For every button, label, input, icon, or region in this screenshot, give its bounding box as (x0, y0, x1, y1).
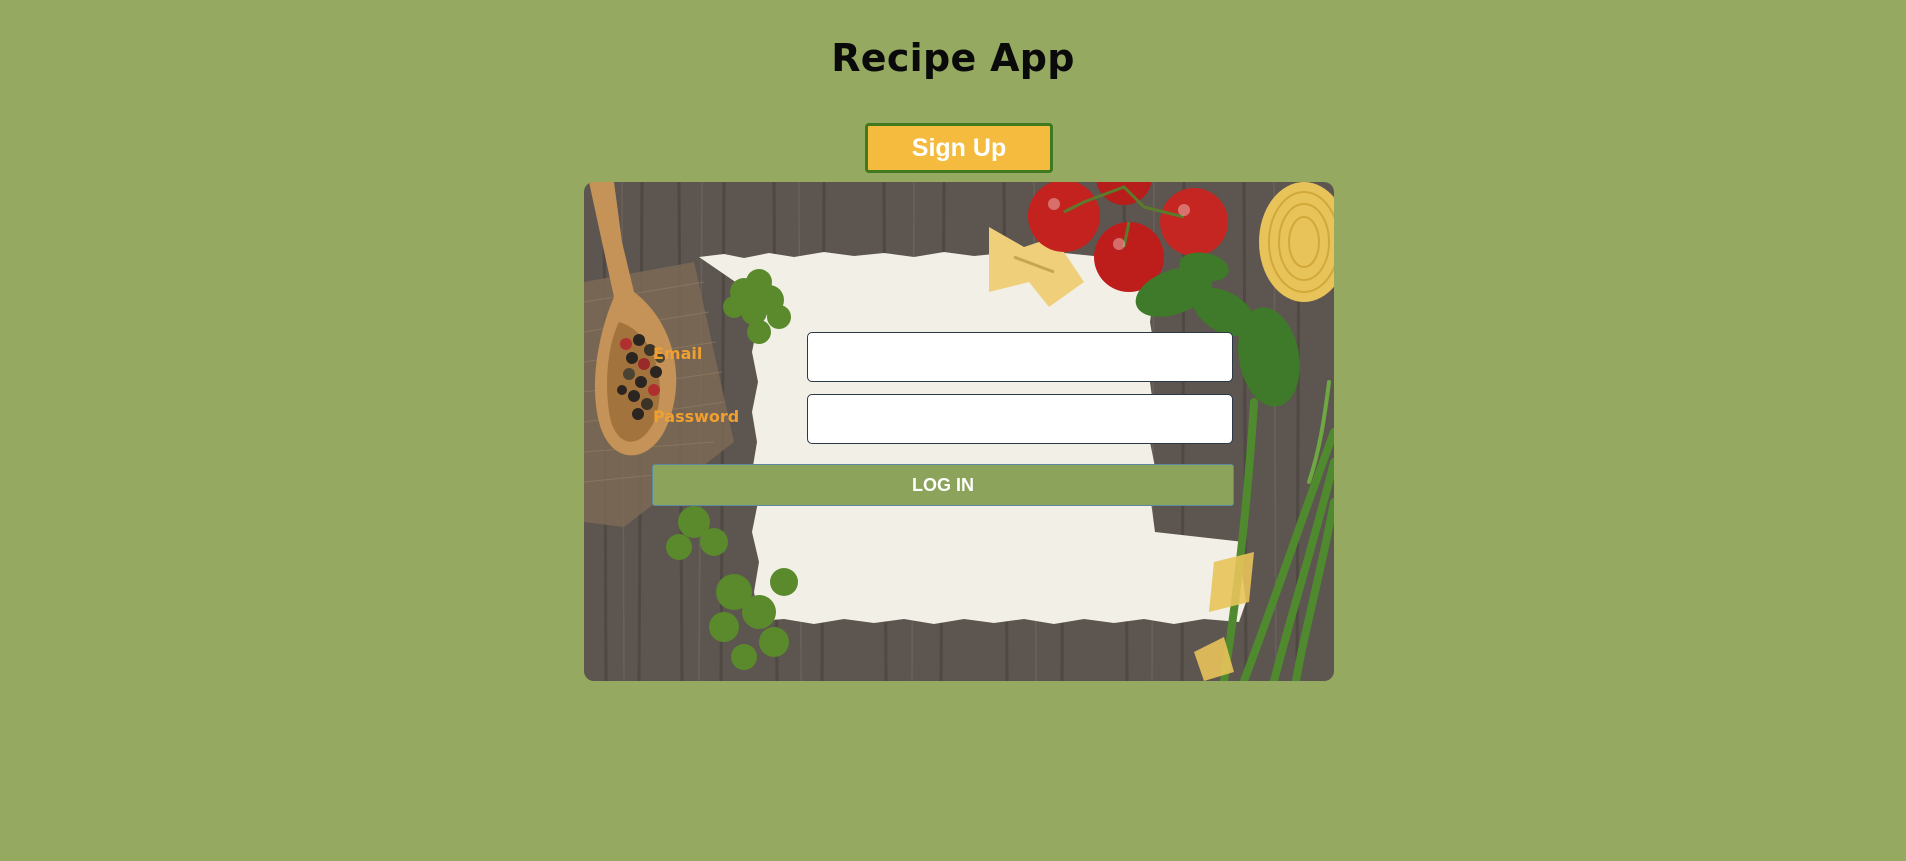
page-title: Recipe App (831, 36, 1075, 80)
password-label: Password (653, 407, 740, 426)
password-field[interactable] (807, 394, 1233, 444)
login-card: Email Password LOG IN (584, 182, 1334, 681)
email-label: Email (653, 344, 703, 363)
login-button[interactable]: LOG IN (652, 464, 1234, 506)
page: Recipe App Sign Up Email Password LOG IN (0, 0, 1906, 861)
email-field[interactable] (807, 332, 1233, 382)
signup-button[interactable]: Sign Up (865, 123, 1053, 173)
